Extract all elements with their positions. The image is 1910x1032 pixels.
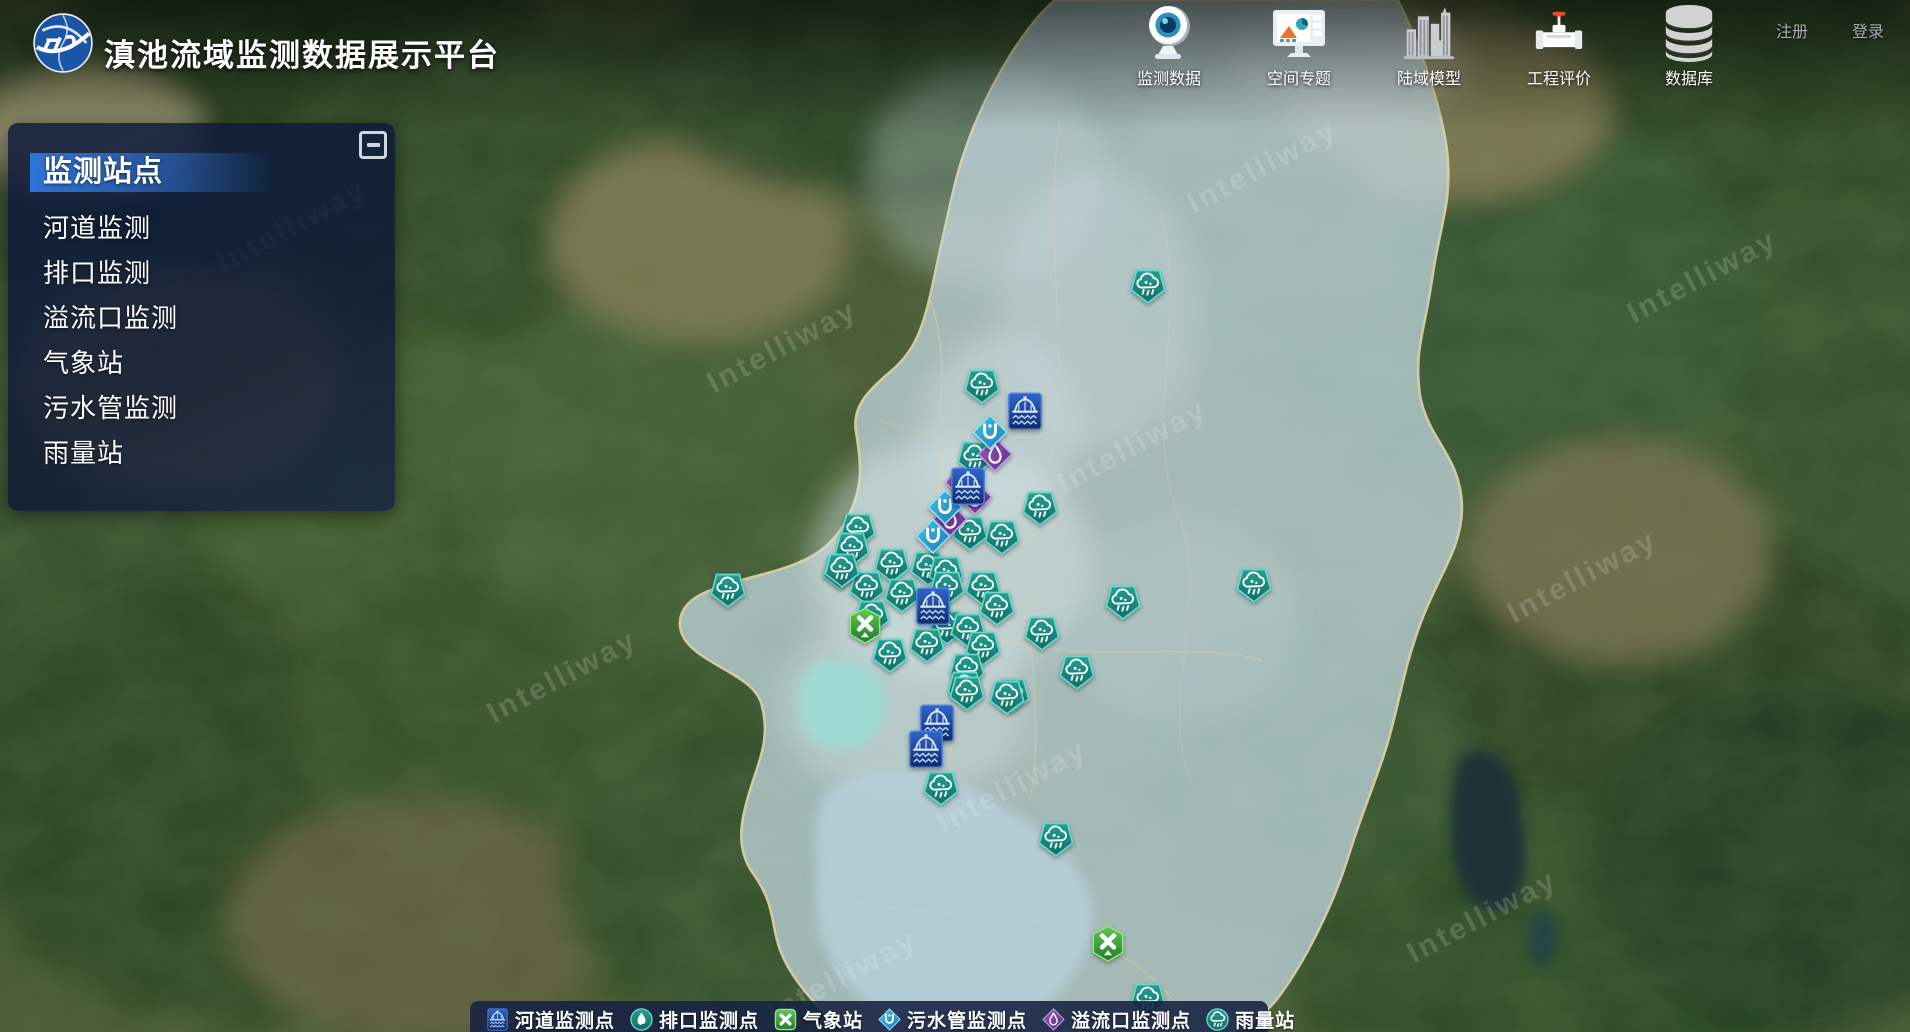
rain-station-marker[interactable]	[983, 517, 1022, 555]
legend-item-rain: 雨量站	[1206, 1006, 1295, 1032]
sidebar-item-river-monitoring[interactable]: 河道监测	[43, 206, 395, 251]
rain-station-marker[interactable]	[709, 570, 748, 608]
weather-marker-icon	[774, 1008, 797, 1031]
platform-logo	[30, 10, 96, 76]
legend-item-outfall: 排口监测点	[630, 1006, 759, 1032]
legend-item-weather: 气象站	[774, 1006, 863, 1032]
sewage-station-marker[interactable]	[915, 518, 951, 554]
panel-title-monitoring-stations[interactable]: 监测站点	[30, 153, 269, 192]
sidebar-item-sewage-monitoring[interactable]: 污水管监测	[43, 386, 395, 431]
nav-label: 数据库	[1665, 65, 1713, 89]
rain-station-marker[interactable]	[1023, 613, 1062, 651]
river-station-marker[interactable]	[909, 730, 944, 769]
rain-station-marker[interactable]	[1104, 582, 1143, 620]
river-station-marker[interactable]	[951, 467, 986, 506]
login-link[interactable]: 登录	[1852, 18, 1884, 42]
legend-item-overflow: 溢流口监测点	[1042, 1006, 1191, 1032]
legend-item-sewage: 污水管监测点	[878, 1006, 1027, 1032]
sidebar-item-rain-station[interactable]: 雨量站	[43, 431, 395, 476]
monitoring-stations-panel: 监测站点 河道监测 排口监测 溢流口监测 气象站 污水管监测 雨量站	[8, 123, 395, 511]
rain-station-marker[interactable]	[1058, 652, 1097, 690]
sewage-station-marker[interactable]	[972, 414, 1008, 450]
legend-item-river: 河道监测点	[486, 1006, 615, 1032]
nav-label: 空间专题	[1267, 65, 1331, 89]
river-marker-icon	[486, 1008, 509, 1031]
database-icon	[1661, 4, 1717, 62]
nav-label: 工程评价	[1527, 65, 1591, 89]
nav-item-land-model[interactable]: 陆域模型	[1386, 4, 1472, 89]
header-bar: 滇池流域监测数据展示平台 监测数据	[0, 0, 1910, 96]
rain-station-marker[interactable]	[823, 550, 862, 588]
rain-station-marker[interactable]	[1129, 266, 1168, 304]
nav-label: 监测数据	[1137, 65, 1201, 89]
nav-item-monitoring-data[interactable]: 监测数据	[1126, 4, 1212, 89]
rain-station-marker[interactable]	[908, 625, 947, 663]
sidebar-item-outfall-monitoring[interactable]: 排口监测	[43, 251, 395, 296]
minus-icon	[367, 143, 380, 147]
overflow-marker-icon	[1042, 1008, 1065, 1031]
sewage-marker-icon	[878, 1008, 901, 1031]
rain-station-marker[interactable]	[1037, 819, 1076, 857]
nav-item-database[interactable]: 数据库	[1646, 4, 1732, 89]
nav-item-spatial-topics[interactable]: 空间专题	[1256, 4, 1342, 89]
sidebar-item-weather-station[interactable]: 气象站	[43, 341, 395, 386]
panel-menu: 河道监测 排口监测 溢流口监测 气象站 污水管监测 雨量站	[8, 206, 395, 476]
register-link[interactable]: 注册	[1776, 18, 1808, 42]
city-buildings-icon	[1403, 4, 1455, 62]
map-legend: 河道监测点 排口监测点 气象站 污水管监测点 溢流口监测点 雨量站	[470, 1001, 1268, 1032]
app-root: IntelliwayIntelliwayIntelliwayIntelliway…	[0, 0, 1910, 1032]
rain-marker-icon	[1206, 1008, 1229, 1031]
top-nav: 监测数据	[1126, 4, 1884, 89]
rain-station-marker[interactable]	[1235, 565, 1274, 603]
rain-station-marker[interactable]	[922, 768, 961, 806]
river-station-marker[interactable]	[1008, 392, 1043, 431]
weather-station-marker[interactable]	[849, 607, 882, 646]
panel-minimize-button[interactable]	[359, 131, 387, 159]
nav-item-project-evaluation[interactable]: 工程评价	[1516, 4, 1602, 89]
nav-label: 陆域模型	[1397, 65, 1461, 89]
river-station-marker[interactable]	[916, 587, 951, 626]
rain-station-marker[interactable]	[1021, 488, 1060, 526]
monitor-chart-icon	[1271, 4, 1327, 62]
outfall-marker-icon	[630, 1008, 653, 1031]
pipe-valve-icon	[1534, 4, 1584, 62]
page-title: 滇池流域监测数据展示平台	[104, 30, 500, 75]
rain-station-marker[interactable]	[963, 366, 1002, 404]
rain-station-marker[interactable]	[988, 677, 1027, 715]
sidebar-item-overflow-monitoring[interactable]: 溢流口监测	[43, 296, 395, 341]
webcam-icon	[1142, 4, 1196, 62]
weather-station-marker[interactable]	[1092, 925, 1125, 964]
